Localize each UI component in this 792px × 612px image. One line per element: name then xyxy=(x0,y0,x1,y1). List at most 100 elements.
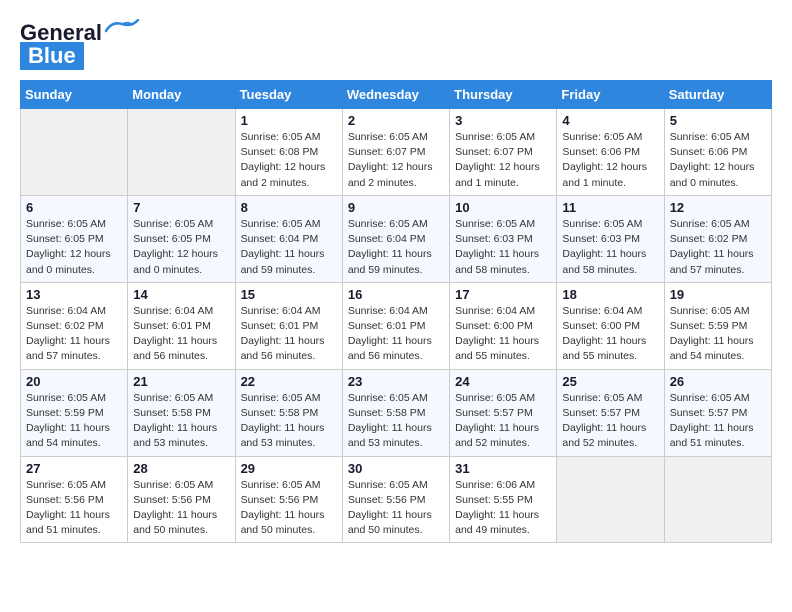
day-info: Sunrise: 6:05 AM Sunset: 6:05 PM Dayligh… xyxy=(26,217,122,278)
weekday-header-saturday: Saturday xyxy=(664,81,771,109)
day-number: 8 xyxy=(241,200,337,215)
day-number: 16 xyxy=(348,287,444,302)
calendar-cell: 4 Sunrise: 6:05 AM Sunset: 6:06 PM Daylig… xyxy=(557,109,664,196)
day-info: Sunrise: 6:05 AM Sunset: 6:06 PM Dayligh… xyxy=(670,130,766,191)
day-number: 22 xyxy=(241,374,337,389)
day-info: Sunrise: 6:05 AM Sunset: 5:57 PM Dayligh… xyxy=(562,391,658,452)
day-info: Sunrise: 6:04 AM Sunset: 6:02 PM Dayligh… xyxy=(26,304,122,365)
day-info: Sunrise: 6:05 AM Sunset: 5:58 PM Dayligh… xyxy=(241,391,337,452)
calendar-cell: 23 Sunrise: 6:05 AM Sunset: 5:58 PM Dayli… xyxy=(342,369,449,456)
day-info: Sunrise: 6:05 AM Sunset: 6:04 PM Dayligh… xyxy=(348,217,444,278)
day-number: 26 xyxy=(670,374,766,389)
weekday-header-wednesday: Wednesday xyxy=(342,81,449,109)
day-info: Sunrise: 6:05 AM Sunset: 5:58 PM Dayligh… xyxy=(348,391,444,452)
calendar-cell xyxy=(664,456,771,543)
week-row-2: 6 Sunrise: 6:05 AM Sunset: 6:05 PM Daylig… xyxy=(21,195,772,282)
day-info: Sunrise: 6:05 AM Sunset: 6:06 PM Dayligh… xyxy=(562,130,658,191)
weekday-header-row: SundayMondayTuesdayWednesdayThursdayFrid… xyxy=(21,81,772,109)
day-number: 18 xyxy=(562,287,658,302)
day-number: 14 xyxy=(133,287,229,302)
day-info: Sunrise: 6:05 AM Sunset: 6:05 PM Dayligh… xyxy=(133,217,229,278)
calendar-cell: 26Sunrise: 6:05 AM Sunset: 5:57 PM Dayli… xyxy=(664,369,771,456)
weekday-header-friday: Friday xyxy=(557,81,664,109)
day-number: 6 xyxy=(26,200,122,215)
calendar-cell: 27 Sunrise: 6:05 AM Sunset: 5:56 PM Dayli… xyxy=(21,456,128,543)
day-number: 24 xyxy=(455,374,551,389)
day-number: 28 xyxy=(133,461,229,476)
calendar-cell: 6 Sunrise: 6:05 AM Sunset: 6:05 PM Daylig… xyxy=(21,195,128,282)
calendar-cell: 20 Sunrise: 6:05 AM Sunset: 5:59 PM Dayli… xyxy=(21,369,128,456)
calendar-cell: 11Sunrise: 6:05 AM Sunset: 6:03 PM Dayli… xyxy=(557,195,664,282)
week-row-1: 1Sunrise: 6:05 AM Sunset: 6:08 PM Daylig… xyxy=(21,109,772,196)
weekday-header-tuesday: Tuesday xyxy=(235,81,342,109)
day-info: Sunrise: 6:06 AM Sunset: 5:55 PM Dayligh… xyxy=(455,478,551,539)
calendar-cell: 19 Sunrise: 6:05 AM Sunset: 5:59 PM Dayli… xyxy=(664,282,771,369)
day-number: 19 xyxy=(670,287,766,302)
day-number: 31 xyxy=(455,461,551,476)
day-info: Sunrise: 6:05 AM Sunset: 6:03 PM Dayligh… xyxy=(455,217,551,278)
day-number: 9 xyxy=(348,200,444,215)
day-info: Sunrise: 6:04 AM Sunset: 6:00 PM Dayligh… xyxy=(562,304,658,365)
weekday-header-thursday: Thursday xyxy=(450,81,557,109)
weekday-header-monday: Monday xyxy=(128,81,235,109)
day-info: Sunrise: 6:05 AM Sunset: 6:04 PM Dayligh… xyxy=(241,217,337,278)
day-number: 10 xyxy=(455,200,551,215)
calendar-cell: 22 Sunrise: 6:05 AM Sunset: 5:58 PM Dayli… xyxy=(235,369,342,456)
calendar-table: SundayMondayTuesdayWednesdayThursdayFrid… xyxy=(20,80,772,543)
day-info: Sunrise: 6:05 AM Sunset: 6:08 PM Dayligh… xyxy=(241,130,337,191)
day-info: Sunrise: 6:05 AM Sunset: 5:59 PM Dayligh… xyxy=(670,304,766,365)
day-info: Sunrise: 6:05 AM Sunset: 5:56 PM Dayligh… xyxy=(133,478,229,539)
day-info: Sunrise: 6:04 AM Sunset: 6:01 PM Dayligh… xyxy=(133,304,229,365)
calendar-cell xyxy=(128,109,235,196)
calendar-cell: 9 Sunrise: 6:05 AM Sunset: 6:04 PM Daylig… xyxy=(342,195,449,282)
calendar-cell: 21Sunrise: 6:05 AM Sunset: 5:58 PM Dayli… xyxy=(128,369,235,456)
calendar-cell: 28 Sunrise: 6:05 AM Sunset: 5:56 PM Dayli… xyxy=(128,456,235,543)
calendar-cell xyxy=(21,109,128,196)
calendar-cell: 12Sunrise: 6:05 AM Sunset: 6:02 PM Dayli… xyxy=(664,195,771,282)
week-row-5: 27 Sunrise: 6:05 AM Sunset: 5:56 PM Dayli… xyxy=(21,456,772,543)
week-row-3: 13Sunrise: 6:04 AM Sunset: 6:02 PM Dayli… xyxy=(21,282,772,369)
logo-bird-icon xyxy=(104,19,140,39)
weekday-header-sunday: Sunday xyxy=(21,81,128,109)
calendar-cell: 3 Sunrise: 6:05 AM Sunset: 6:07 PM Daylig… xyxy=(450,109,557,196)
calendar-cell: 31 Sunrise: 6:06 AM Sunset: 5:55 PM Dayli… xyxy=(450,456,557,543)
day-number: 25 xyxy=(562,374,658,389)
day-number: 27 xyxy=(26,461,122,476)
calendar-cell: 16 Sunrise: 6:04 AM Sunset: 6:01 PM Dayli… xyxy=(342,282,449,369)
calendar-cell: 29 Sunrise: 6:05 AM Sunset: 5:56 PM Dayli… xyxy=(235,456,342,543)
day-number: 2 xyxy=(348,113,444,128)
day-number: 4 xyxy=(562,113,658,128)
day-info: Sunrise: 6:04 AM Sunset: 6:01 PM Dayligh… xyxy=(241,304,337,365)
day-info: Sunrise: 6:05 AM Sunset: 6:07 PM Dayligh… xyxy=(455,130,551,191)
calendar-cell: 14 Sunrise: 6:04 AM Sunset: 6:01 PM Dayli… xyxy=(128,282,235,369)
day-number: 15 xyxy=(241,287,337,302)
day-number: 20 xyxy=(26,374,122,389)
calendar-cell: 13Sunrise: 6:04 AM Sunset: 6:02 PM Dayli… xyxy=(21,282,128,369)
day-info: Sunrise: 6:04 AM Sunset: 6:00 PM Dayligh… xyxy=(455,304,551,365)
day-number: 7 xyxy=(133,200,229,215)
calendar-cell: 15 Sunrise: 6:04 AM Sunset: 6:01 PM Dayli… xyxy=(235,282,342,369)
day-number: 12 xyxy=(670,200,766,215)
day-number: 23 xyxy=(348,374,444,389)
day-number: 21 xyxy=(133,374,229,389)
day-number: 29 xyxy=(241,461,337,476)
day-info: Sunrise: 6:05 AM Sunset: 5:59 PM Dayligh… xyxy=(26,391,122,452)
day-info: Sunrise: 6:05 AM Sunset: 5:56 PM Dayligh… xyxy=(348,478,444,539)
day-info: Sunrise: 6:05 AM Sunset: 5:56 PM Dayligh… xyxy=(241,478,337,539)
day-info: Sunrise: 6:05 AM Sunset: 5:57 PM Dayligh… xyxy=(455,391,551,452)
day-number: 3 xyxy=(455,113,551,128)
calendar-cell: 24 Sunrise: 6:05 AM Sunset: 5:57 PM Dayli… xyxy=(450,369,557,456)
calendar-cell: 30 Sunrise: 6:05 AM Sunset: 5:56 PM Dayli… xyxy=(342,456,449,543)
day-info: Sunrise: 6:05 AM Sunset: 5:56 PM Dayligh… xyxy=(26,478,122,539)
day-number: 30 xyxy=(348,461,444,476)
page-header: General Blue xyxy=(20,20,772,70)
day-number: 17 xyxy=(455,287,551,302)
calendar-cell: 18 Sunrise: 6:04 AM Sunset: 6:00 PM Dayli… xyxy=(557,282,664,369)
calendar-cell: 17 Sunrise: 6:04 AM Sunset: 6:00 PM Dayli… xyxy=(450,282,557,369)
day-info: Sunrise: 6:04 AM Sunset: 6:01 PM Dayligh… xyxy=(348,304,444,365)
day-number: 11 xyxy=(562,200,658,215)
calendar-cell: 2 Sunrise: 6:05 AM Sunset: 6:07 PM Daylig… xyxy=(342,109,449,196)
day-info: Sunrise: 6:05 AM Sunset: 6:07 PM Dayligh… xyxy=(348,130,444,191)
day-number: 5 xyxy=(670,113,766,128)
calendar-cell: 7 Sunrise: 6:05 AM Sunset: 6:05 PM Daylig… xyxy=(128,195,235,282)
